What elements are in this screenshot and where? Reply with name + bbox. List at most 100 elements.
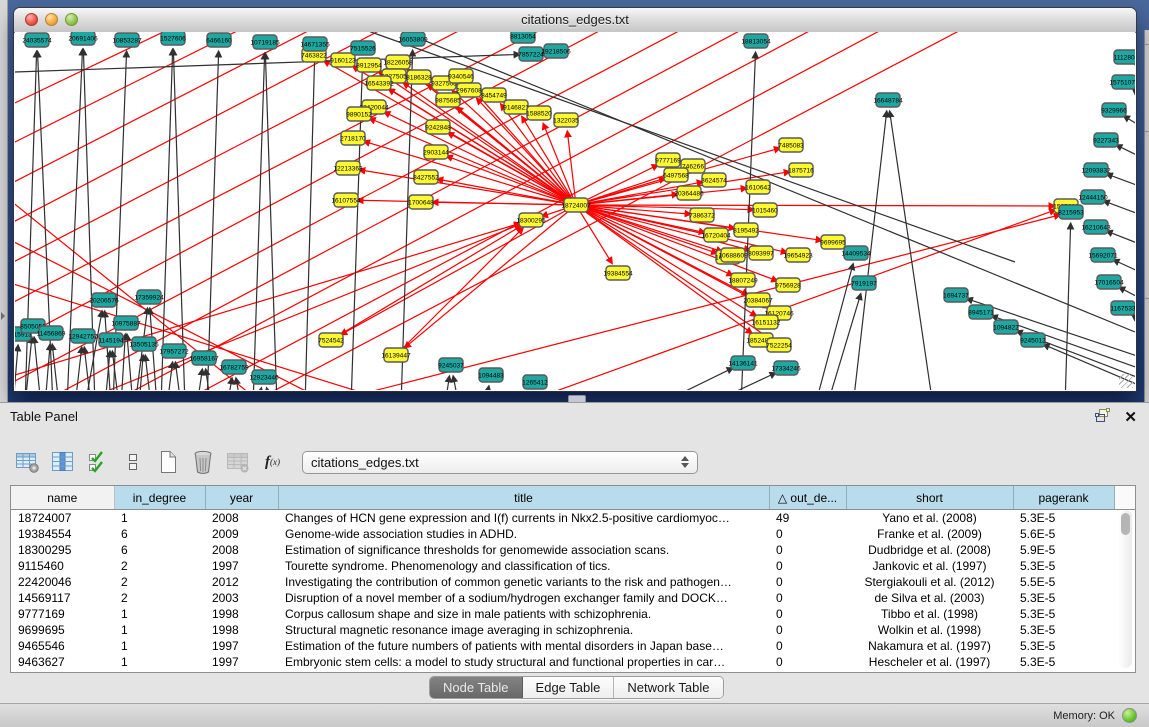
table-cell[interactable]: 5.3E-5 xyxy=(1013,590,1114,606)
table-cell[interactable]: Disruption of a novel member of a sodium… xyxy=(278,590,769,606)
graph-node[interactable]: 15692071 xyxy=(1088,248,1118,262)
table-cell[interactable]: 0 xyxy=(769,542,846,558)
graph-node[interactable]: 7485083 xyxy=(778,138,804,152)
graph-node[interactable]: 9777169 xyxy=(655,153,681,167)
left-panel-divider[interactable] xyxy=(0,0,8,402)
graph-node[interactable]: 8195492 xyxy=(733,223,759,237)
table-cell[interactable]: 2008 xyxy=(205,510,278,527)
graph-node[interactable]: 14671355 xyxy=(300,37,330,51)
table-cell[interactable]: 1997 xyxy=(205,558,278,574)
graph-node[interactable]: 14409534 xyxy=(841,246,871,260)
table-cell[interactable]: 9777169 xyxy=(11,606,114,622)
graph-node[interactable]: 1875716 xyxy=(788,163,814,177)
graph-node[interactable]: 1610642 xyxy=(745,180,771,194)
table-cell[interactable]: Jankovic et al. (1997) xyxy=(846,558,1013,574)
table-cell[interactable]: 5.5E-5 xyxy=(1013,574,1114,590)
graph-node[interactable]: 18813054 xyxy=(741,34,771,48)
table-cell[interactable]: 6 xyxy=(114,542,205,558)
graph-node[interactable]: 18300295 xyxy=(516,213,546,227)
table-cell[interactable]: 9465546 xyxy=(11,638,114,654)
table-cell[interactable]: 1 xyxy=(114,622,205,638)
graph-node[interactable]: 19384554 xyxy=(603,266,633,280)
table-cell[interactable]: Stergiakouli et al. (2012) xyxy=(846,574,1013,590)
table-cell[interactable]: 9115460 xyxy=(11,558,114,574)
graph-node[interactable]: 8215953 xyxy=(1058,205,1084,219)
graph-node[interactable]: 7515526 xyxy=(350,41,376,55)
graph-node[interactable]: 17359924 xyxy=(134,290,164,304)
graph-node[interactable]: 9699695 xyxy=(820,235,846,249)
table-cell[interactable]: Dudbridge et al. (2008) xyxy=(846,542,1013,558)
graph-node[interactable]: 1527606 xyxy=(160,32,186,45)
graph-node[interactable]: 9245012 xyxy=(1020,333,1046,347)
graph-node[interactable]: 18226058 xyxy=(383,55,413,69)
graph-node[interactable]: 8093997 xyxy=(748,246,774,260)
table-settings-button[interactable] xyxy=(14,449,41,476)
table-row[interactable]: 1872400712008Changes of HCN gene express… xyxy=(11,510,1135,527)
graph-node[interactable]: 1094822 xyxy=(993,320,1019,334)
table-scrollbar[interactable] xyxy=(1119,510,1132,668)
table-cell[interactable]: 5.3E-5 xyxy=(1013,638,1114,654)
graph-node[interactable]: 16543392 xyxy=(364,76,394,90)
graph-node[interactable]: 10688609 xyxy=(718,248,748,262)
minimize-window-button[interactable] xyxy=(45,13,58,26)
graph-node[interactable]: 12923446 xyxy=(249,370,279,384)
table-cell[interactable]: 5.9E-5 xyxy=(1013,542,1114,558)
table-cell[interactable]: Changes of HCN gene expression and I(f) … xyxy=(278,510,769,527)
graph-node[interactable]: 7919197 xyxy=(851,276,877,290)
graph-node[interactable]: 8813054 xyxy=(510,32,536,43)
scrollbar-thumb[interactable] xyxy=(1121,513,1130,535)
function-builder-button[interactable]: f(x) xyxy=(259,449,286,476)
table-cell[interactable]: 0 xyxy=(769,654,846,670)
graph-node[interactable]: 12213363 xyxy=(333,161,363,175)
table-cell[interactable]: 0 xyxy=(769,558,846,574)
table-cell[interactable]: 9699695 xyxy=(11,622,114,638)
table-cell[interactable]: Nakamura et al. (1997) xyxy=(846,638,1013,654)
graph-node[interactable]: 9329966 xyxy=(1101,103,1127,117)
column-header-in_degree[interactable]: in_degree xyxy=(114,486,205,510)
table-cell[interactable]: 18724007 xyxy=(11,510,114,527)
column-header-short[interactable]: short xyxy=(846,486,1013,510)
table-cell[interactable]: 22420046 xyxy=(11,574,114,590)
graph-node[interactable]: 11456869 xyxy=(37,326,66,340)
table-cell[interactable]: 2 xyxy=(114,574,205,590)
column-header-pagerank[interactable]: pagerank xyxy=(1013,486,1114,510)
column-header-year[interactable]: year xyxy=(205,486,278,510)
table-cell[interactable]: 1998 xyxy=(205,606,278,622)
table-cell[interactable]: 0 xyxy=(769,606,846,622)
graph-node[interactable]: 10975887 xyxy=(111,316,141,330)
graph-node[interactable]: 3624574 xyxy=(701,173,727,187)
graph-node[interactable]: 15751074 xyxy=(1109,75,1135,89)
table-cell[interactable]: 1998 xyxy=(205,622,278,638)
graph-node[interactable]: 10853287 xyxy=(112,33,142,47)
graph-node[interactable]: 17016504 xyxy=(1094,275,1124,289)
graph-node[interactable]: 16210643 xyxy=(1081,220,1111,234)
table-cell[interactable]: 1 xyxy=(114,654,205,670)
table-cell[interactable]: Structural magnetic resonance image aver… xyxy=(278,622,769,638)
table-row[interactable]: 911546021997Tourette syndrome. Phenomeno… xyxy=(11,558,1135,574)
delete-table-button[interactable] xyxy=(224,449,251,476)
graph-node[interactable]: 16720404 xyxy=(701,228,731,242)
graph-node[interactable]: 1265412 xyxy=(522,375,548,389)
graph-node[interactable]: 17334246 xyxy=(771,361,801,375)
graph-node[interactable]: 8912954 xyxy=(356,58,382,72)
graph-node[interactable]: 17957272 xyxy=(159,344,189,358)
table-cell[interactable]: 19384554 xyxy=(11,526,114,542)
graph-node[interactable]: 18724007 xyxy=(561,198,591,212)
graph-node[interactable]: 2903144 xyxy=(423,145,449,159)
table-cell[interactable]: 2012 xyxy=(205,574,278,590)
graph-node[interactable]: 13505135 xyxy=(129,337,159,351)
table-row[interactable]: 977716911998Corpus callosum shape and si… xyxy=(11,606,1135,622)
graph-node[interactable]: 18807249 xyxy=(728,273,758,287)
graph-node[interactable]: 19218506 xyxy=(541,44,571,58)
graph-node[interactable]: 1322035 xyxy=(553,113,579,127)
table-row[interactable]: 946554611997Estimation of the future num… xyxy=(11,638,1135,654)
table-row[interactable]: 969969511998Structural magnetic resonanc… xyxy=(11,622,1135,638)
table-cell[interactable]: 2 xyxy=(114,558,205,574)
table-cell[interactable]: Genome-wide association studies in ADHD. xyxy=(278,526,769,542)
table-cell[interactable]: 5.3E-5 xyxy=(1013,654,1114,670)
graph-node[interactable]: 16053809 xyxy=(398,32,428,46)
graph-node[interactable]: 8186328 xyxy=(406,70,432,84)
graph-node[interactable]: 6466160 xyxy=(206,33,232,47)
graph-node[interactable]: 16958167 xyxy=(189,351,219,365)
graph-node[interactable]: 9756928 xyxy=(775,278,801,292)
